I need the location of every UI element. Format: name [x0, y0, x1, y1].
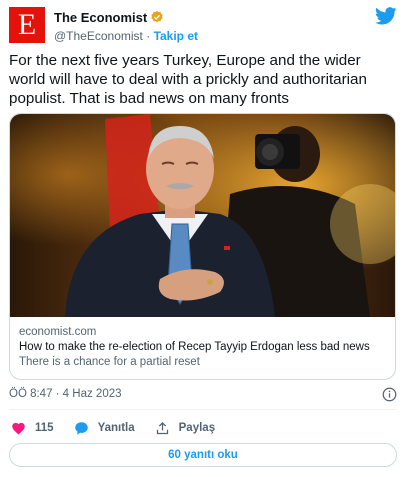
link-preview-card[interactable]: economist.com How to make the re-electio… — [9, 113, 396, 380]
author-info: The Economist @TheEconomist · Takip et — [54, 9, 198, 44]
like-count: 115 — [35, 422, 54, 434]
reply-label: Yanıtla — [97, 422, 135, 434]
read-replies-button[interactable]: 60 yanıtı oku — [9, 443, 397, 467]
heart-icon — [12, 422, 25, 434]
verified-badge-icon — [151, 10, 163, 23]
tweet-actions: 115 Yanıtla Paylaş — [11, 419, 235, 437]
handle-separator: · — [142, 29, 154, 43]
article-photo[interactable] — [10, 114, 395, 317]
like-button[interactable]: 115 — [11, 421, 54, 436]
reply-button[interactable]: Yanıtla — [74, 421, 135, 436]
tweet-header: E The Economist @TheEconomist · Takip et — [9, 7, 397, 43]
author-handle[interactable]: @TheEconomist — [54, 29, 143, 43]
follow-button[interactable]: Takip et — [154, 29, 198, 43]
link-preview-text: economist.com How to make the re-electio… — [19, 325, 386, 370]
economist-logo[interactable]: E — [9, 7, 45, 43]
tweet-card: E The Economist @TheEconomist · Takip et… — [0, 0, 406, 477]
twitter-bird-icon[interactable] — [375, 7, 397, 25]
article-photo-illustration — [10, 114, 395, 317]
divider — [9, 409, 397, 410]
speech-bubble-icon — [74, 421, 88, 435]
tweet-text: For the next five years Turkey, Europe a… — [9, 52, 367, 107]
author-name[interactable]: The Economist — [54, 10, 147, 25]
link-title: How to make the re-election of Recep Tay… — [19, 341, 370, 353]
info-icon[interactable] — [382, 387, 397, 402]
tweet-timestamp[interactable]: ÖÖ 8:47 · 4 Haz 2023 — [9, 388, 122, 400]
share-label: Paylaş — [178, 422, 216, 434]
share-upload-icon — [156, 421, 168, 434]
link-domain: economist.com — [19, 326, 97, 338]
link-description: There is a chance for a partial reset — [19, 356, 200, 368]
share-button[interactable]: Paylaş — [155, 421, 215, 436]
